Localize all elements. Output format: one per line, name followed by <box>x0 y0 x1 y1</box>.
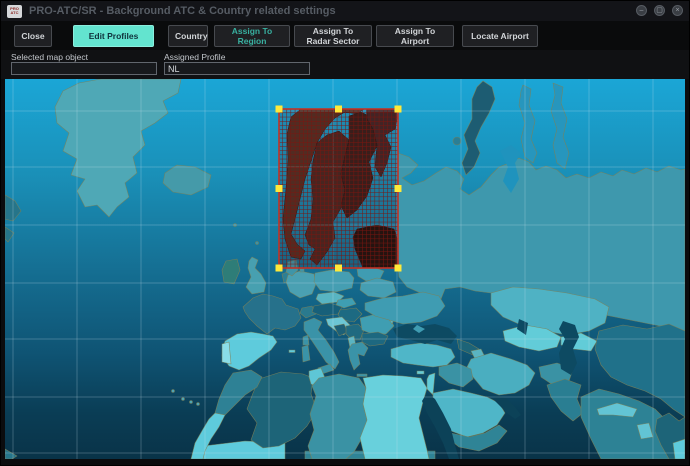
canary-1 <box>182 398 185 401</box>
canary-2 <box>190 401 193 404</box>
selection-handle-w[interactable] <box>276 185 283 192</box>
assigned-profile-input[interactable] <box>164 62 310 75</box>
assigned-profile-label: Assigned Profile <box>164 52 225 62</box>
selection-handle-sw[interactable] <box>276 265 283 272</box>
selection-handle-ne[interactable] <box>395 106 402 113</box>
selection-handle-se[interactable] <box>395 265 402 272</box>
selection-handle-e[interactable] <box>395 185 402 192</box>
window-controls: – ▢ × <box>636 5 683 16</box>
window-maximize-button[interactable]: ▢ <box>654 5 665 16</box>
madeira <box>172 390 175 393</box>
balearic-islands <box>289 350 295 353</box>
region-selection-grid[interactable] <box>279 109 398 268</box>
window-close-button[interactable]: × <box>672 5 683 16</box>
window-minimize-button[interactable]: – <box>636 5 647 16</box>
window-title: PRO-ATC/SR - Background ATC & Country re… <box>29 5 336 17</box>
kolguyev-island <box>453 137 461 145</box>
selected-map-object-label: Selected map object <box>11 52 88 62</box>
selection-handle-n[interactable] <box>335 106 342 113</box>
title-bar: PRO ATC PRO-ATC/SR - Background ATC & Co… <box>1 1 689 21</box>
denmark-islands <box>300 269 304 272</box>
europe-map[interactable] <box>5 79 685 459</box>
app-icon-text-2: ATC <box>11 11 19 15</box>
crete <box>357 374 367 377</box>
selected-map-object-input[interactable] <box>11 62 157 75</box>
selection-handle-nw[interactable] <box>276 106 283 113</box>
tab-edit-profiles[interactable]: Edit Profiles <box>73 25 154 47</box>
tab-assign-to-airport[interactable]: Assign To Airport <box>376 25 454 47</box>
canary-3 <box>197 403 200 406</box>
toolbar: Close Edit Profiles Country Assign To Re… <box>1 21 689 50</box>
app-window: PRO ATC PRO-ATC/SR - Background ATC & Co… <box>0 0 690 466</box>
country-egypt <box>360 375 429 459</box>
shetland <box>256 242 259 245</box>
fields-row: Selected map object Assigned Profile <box>1 50 689 79</box>
tab-assign-to-radar-sector[interactable]: Assign To Radar Sector <box>294 25 372 47</box>
tab-locate-airport[interactable]: Locate Airport <box>462 25 538 47</box>
app-icon: PRO ATC <box>7 5 22 18</box>
tab-country[interactable]: Country <box>168 25 208 47</box>
cyprus <box>417 371 424 374</box>
tab-close[interactable]: Close <box>14 25 52 47</box>
corsica <box>303 335 309 345</box>
tab-assign-to-region[interactable]: Assign To Region <box>214 25 290 47</box>
selection-handle-s[interactable] <box>335 265 342 272</box>
country-poland <box>314 270 354 292</box>
map-svg[interactable] <box>5 79 685 459</box>
